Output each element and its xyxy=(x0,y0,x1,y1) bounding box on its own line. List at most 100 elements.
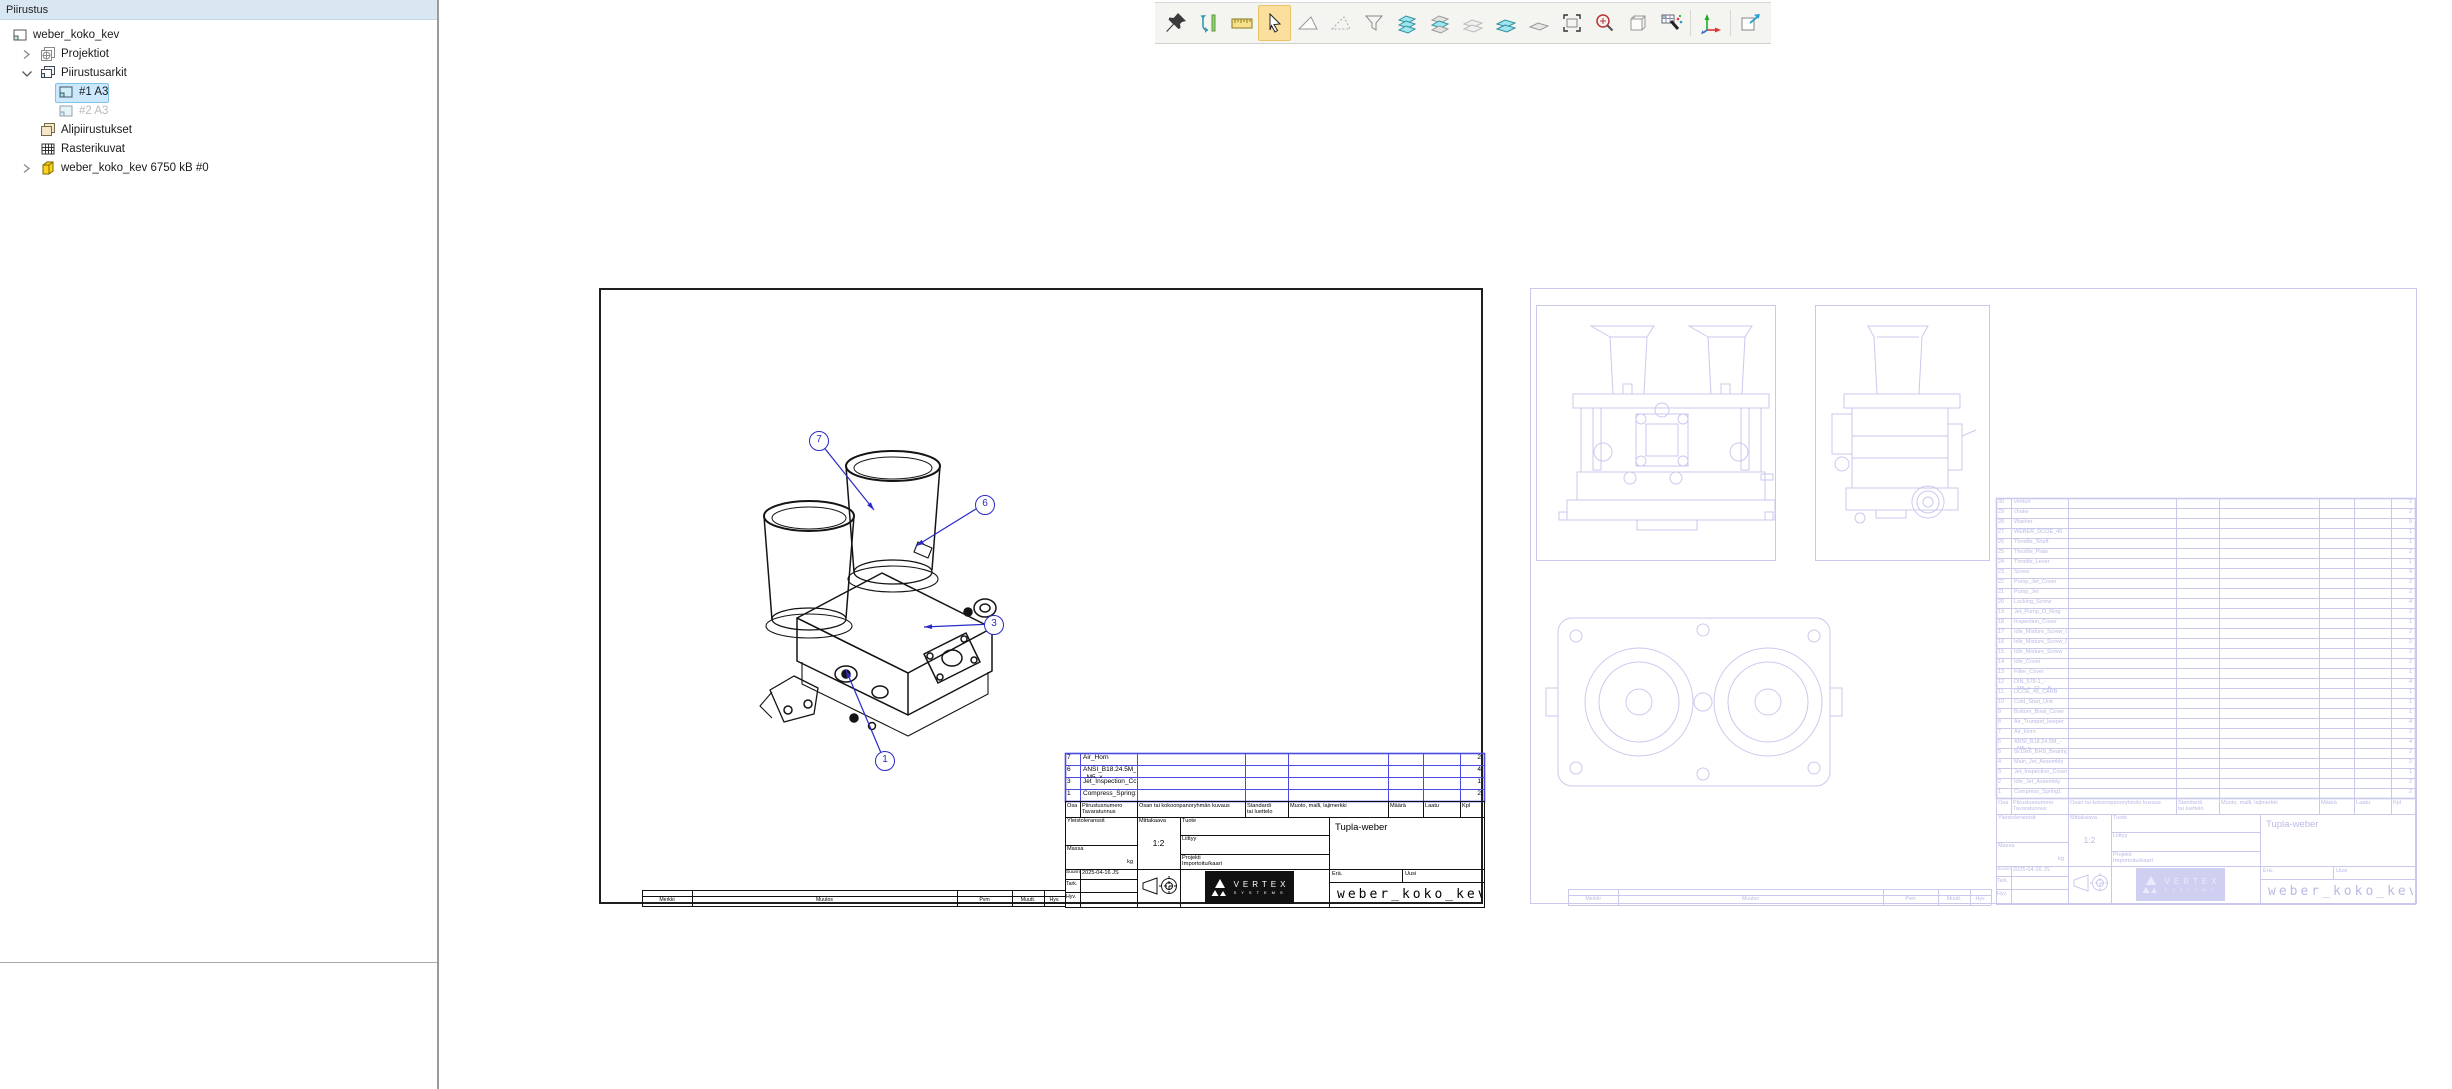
part-row-qty: 2 xyxy=(2393,659,2412,669)
model-icon xyxy=(40,160,56,176)
layers-stack-button[interactable] xyxy=(1390,5,1423,41)
layer-single-icon xyxy=(1527,11,1551,35)
tree-item-weber-koko-kev[interactable]: weber_koko_kev xyxy=(0,26,430,45)
part-row-name: Bottom_Bowl_Cover xyxy=(2014,709,2067,719)
highlight-table-button[interactable] xyxy=(1654,5,1687,41)
part-row-no: 29 xyxy=(1998,509,2011,519)
pin-toolbar-button[interactable] xyxy=(1159,5,1192,41)
hidden-line-view-button[interactable] xyxy=(1324,5,1357,41)
balloon-3[interactable]: 3 xyxy=(984,615,1004,635)
ghost-bottom-view-box xyxy=(1536,588,1851,816)
field-tuote: Tuote xyxy=(1182,818,1242,826)
measure-ruler-button[interactable] xyxy=(1225,5,1258,41)
part-row-name: Air_Trumpet_keeper xyxy=(2014,719,2067,729)
part-row-no: 13 xyxy=(1998,669,2011,679)
select-cursor-icon xyxy=(1263,11,1287,35)
chevron-down-icon[interactable] xyxy=(20,67,33,80)
revision-col-label: Hyv. xyxy=(1970,896,1991,905)
drawing-sheet[interactable]: 7Air_Horn26ANSI_B18.24.5M_-_M5_x_43Jet_I… xyxy=(599,288,1483,904)
field-projekti-value: Importoitu/kaari xyxy=(2113,858,2203,866)
bom-header: Määrä xyxy=(1390,803,1422,817)
shaded-view-icon xyxy=(1296,11,1320,35)
zoom-in-icon xyxy=(1593,11,1617,35)
chevron-right-icon[interactable] xyxy=(20,162,33,175)
part-row-qty: 2 xyxy=(2393,649,2412,659)
part-row-no: 18 xyxy=(1998,619,2011,629)
part-row-no: 14 xyxy=(1998,659,2011,669)
shaded-view-button[interactable] xyxy=(1291,5,1324,41)
part-row-no: 9 xyxy=(1998,709,2011,719)
tree-item-label: weber_koko_kev 6750 kB #0 xyxy=(58,161,212,176)
part-row-name: Throttle_Lever xyxy=(2014,559,2067,569)
tree-item-label: #1 A3 xyxy=(76,85,111,100)
layer-single-button[interactable] xyxy=(1522,5,1555,41)
part-row-no: 12 xyxy=(1998,679,2011,689)
tree-item-alipiirustukset[interactable]: Alipiirustukset xyxy=(0,121,430,140)
part-row-no: 24 xyxy=(1998,559,2011,569)
tree-item-piirustusarkit[interactable]: Piirustusarkit xyxy=(0,64,430,83)
bom-header: Osan tai kokoonpanoryhmän kuvaus xyxy=(1139,803,1244,817)
zoom-box-button[interactable] xyxy=(1621,5,1654,41)
part-row-no: 6 xyxy=(1998,739,2011,749)
part-row-qty: 1 xyxy=(2393,559,2412,569)
part-row-name: Idle_Mixture_Screw_Cup_ xyxy=(2014,639,2067,649)
coordinate-axes-button[interactable] xyxy=(1694,5,1727,41)
balloon-1[interactable]: 1 xyxy=(875,751,895,771)
part-row-qty: 9 xyxy=(2393,569,2412,579)
panel-bottom-splitter[interactable] xyxy=(0,962,437,963)
revision-col-label: Muutos xyxy=(692,897,957,906)
part-row-qty: 4 xyxy=(2393,739,2412,749)
part-row-qty: 2 xyxy=(2393,509,2412,519)
part-row-name: Jet_Pump_O_Ring xyxy=(2014,609,2067,619)
tree-item-label: Piirustusarkit xyxy=(58,66,130,81)
tree-item-#2-a3[interactable]: #2 A3 xyxy=(0,102,430,121)
tree-item-label: #2 A3 xyxy=(76,104,111,119)
part-row-name: DIN_579-1_-_M5_x_12_-_B xyxy=(2014,679,2067,689)
highlight-table-icon xyxy=(1659,11,1683,35)
pin-toolbar-icon xyxy=(1164,11,1188,35)
vertex-logo-subtext: SYSTEMS xyxy=(2165,887,2221,893)
revision-col-label: Muutt. xyxy=(1938,896,1970,905)
subdrawings-icon xyxy=(40,122,56,138)
layers-flat-button[interactable] xyxy=(1489,5,1522,41)
flip-direction-button[interactable] xyxy=(1192,5,1225,41)
balloon-7[interactable]: 7 xyxy=(809,431,829,451)
part-row-name: 8x19x6_BHS_Bearing xyxy=(2014,749,2067,759)
layers-stack-alt-button[interactable] xyxy=(1423,5,1456,41)
part-row-no: 15 xyxy=(1998,649,2011,659)
part-row-qty: 2 xyxy=(2393,729,2412,739)
panel-splitter[interactable] xyxy=(437,0,439,1089)
field-mittakaava: Mittakaava xyxy=(1139,818,1179,826)
new-window-button[interactable] xyxy=(1734,5,1767,41)
field-tark: Tark. xyxy=(1066,881,1080,889)
part-row-no: 16 xyxy=(1998,639,2011,649)
chevron-right-icon[interactable] xyxy=(20,48,33,61)
tree-item-projektiot[interactable]: Projektiot xyxy=(0,45,430,64)
balloon-6[interactable]: 6 xyxy=(975,495,995,515)
part-row-no: 3 xyxy=(1067,778,1080,790)
vertex-logo-text: VERTEX xyxy=(1234,880,1290,890)
part-row-no: 27 xyxy=(1998,529,2011,539)
tree-item-label: Alipiirustukset xyxy=(58,123,135,138)
panel-title: Piirustus xyxy=(6,4,48,16)
layers-flat-dim-icon xyxy=(1461,11,1485,35)
part-row-no: 5 xyxy=(1998,749,2011,759)
layers-flat-dim-button[interactable] xyxy=(1456,5,1489,41)
drawing-name: weber_koko_kev xyxy=(1337,888,1482,904)
tree-item-rasterikuvat[interactable]: Rasterikuvat xyxy=(0,140,430,159)
select-cursor-button[interactable] xyxy=(1258,5,1291,41)
ghost-sheet-preview[interactable]: 30venturi229choke228Washer927WEBER_DCOE_… xyxy=(1530,288,2417,904)
drawing-name: weber_koko_kev xyxy=(2268,885,2413,901)
part-row-no: 26 xyxy=(1998,539,2011,549)
part-row-qty: 1 xyxy=(1462,778,1481,790)
sheet-icon xyxy=(12,27,28,43)
part-row-no: 30 xyxy=(1998,499,2011,509)
vertex-logo-text: VERTEX xyxy=(2165,877,2221,887)
zoom-window-button[interactable] xyxy=(1555,5,1588,41)
tree-item-weber-koko-kev-6750-kb-#0[interactable]: weber_koko_kev 6750 kB #0 xyxy=(0,159,430,178)
tree-item-#1-a3[interactable]: #1 A3 xyxy=(0,83,430,102)
filter-button[interactable] xyxy=(1357,5,1390,41)
field-kg: kg xyxy=(2040,856,2064,864)
zoom-in-button[interactable] xyxy=(1588,5,1621,41)
bom-header: Osan tai kokoonpanoryhmän kuvaus xyxy=(2070,800,2175,814)
